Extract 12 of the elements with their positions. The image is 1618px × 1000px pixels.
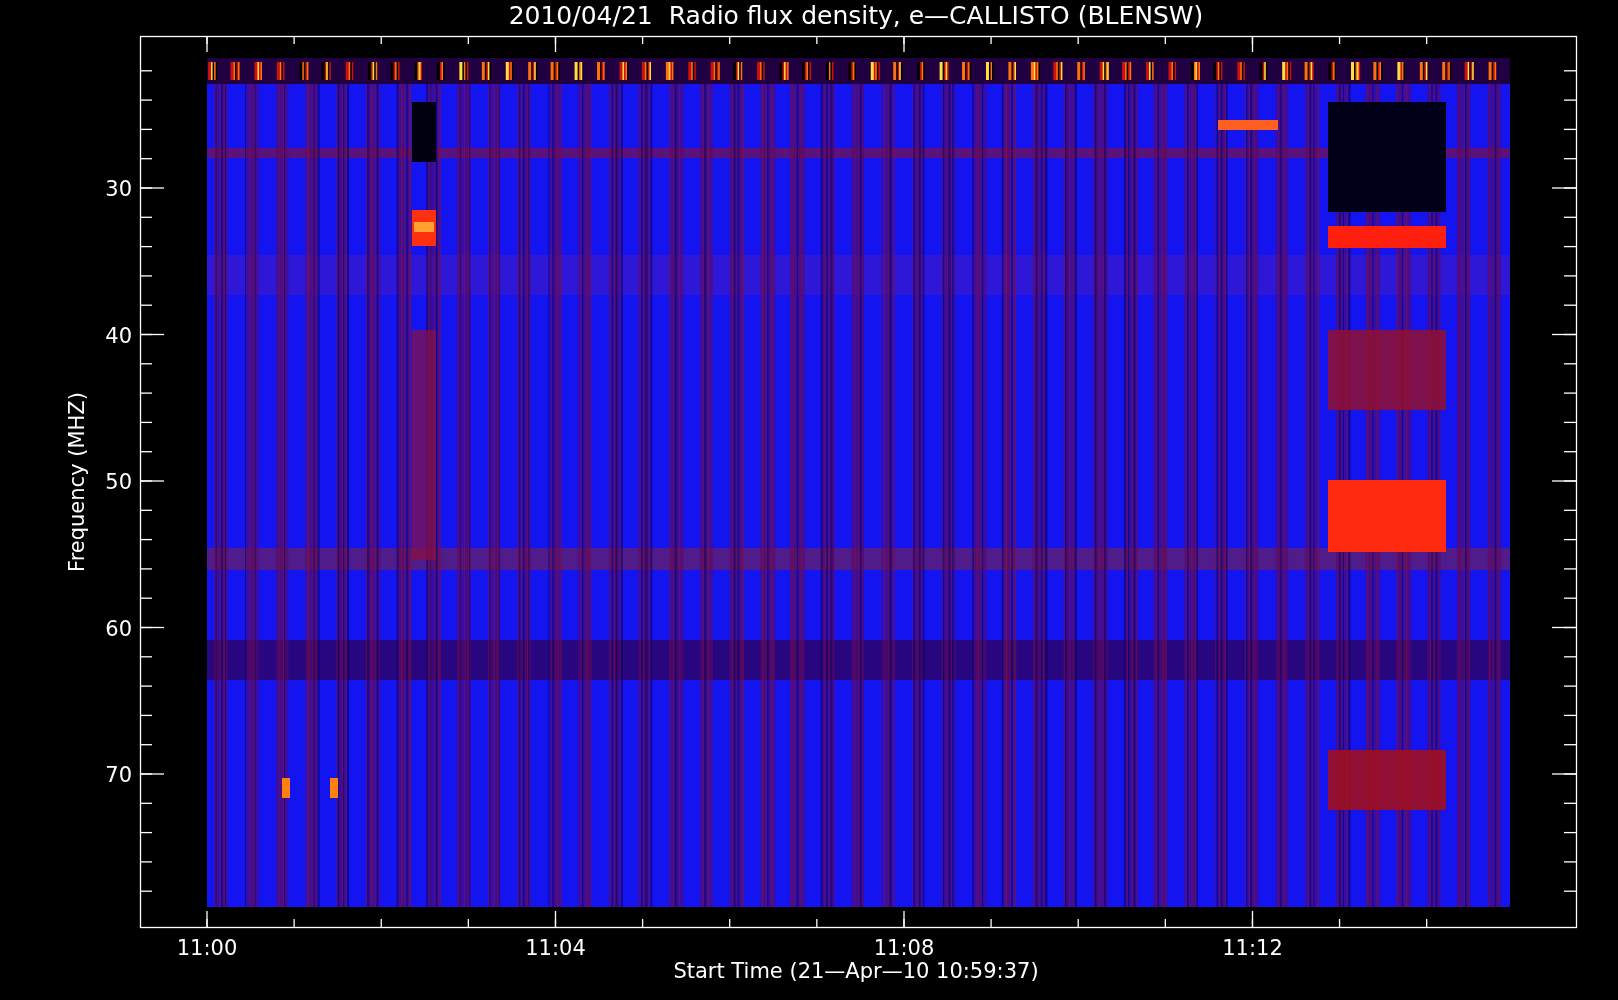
chart-title: 2010/04/21 Radio flux density, e—CALLISTO (BLENSW) xyxy=(508,1,1204,30)
y-axis-label: Frequency (MHZ) xyxy=(65,392,89,572)
x-tick-label: 11:04 xyxy=(525,936,586,960)
x-tick-label: 11:08 xyxy=(873,936,935,960)
y-tick-label: 40 xyxy=(105,323,132,348)
x-tick-label: 11:00 xyxy=(176,936,238,960)
y-tick-label: 70 xyxy=(105,763,132,787)
y-tick-label: 60 xyxy=(105,616,132,641)
y-tick-label: 30 xyxy=(105,177,132,201)
x-tick-label: 11:12 xyxy=(1222,936,1283,960)
x-axis-label: Start Time (21—Apr—10 10:59:37) xyxy=(673,959,1039,983)
y-tick-label: 50 xyxy=(105,470,132,494)
